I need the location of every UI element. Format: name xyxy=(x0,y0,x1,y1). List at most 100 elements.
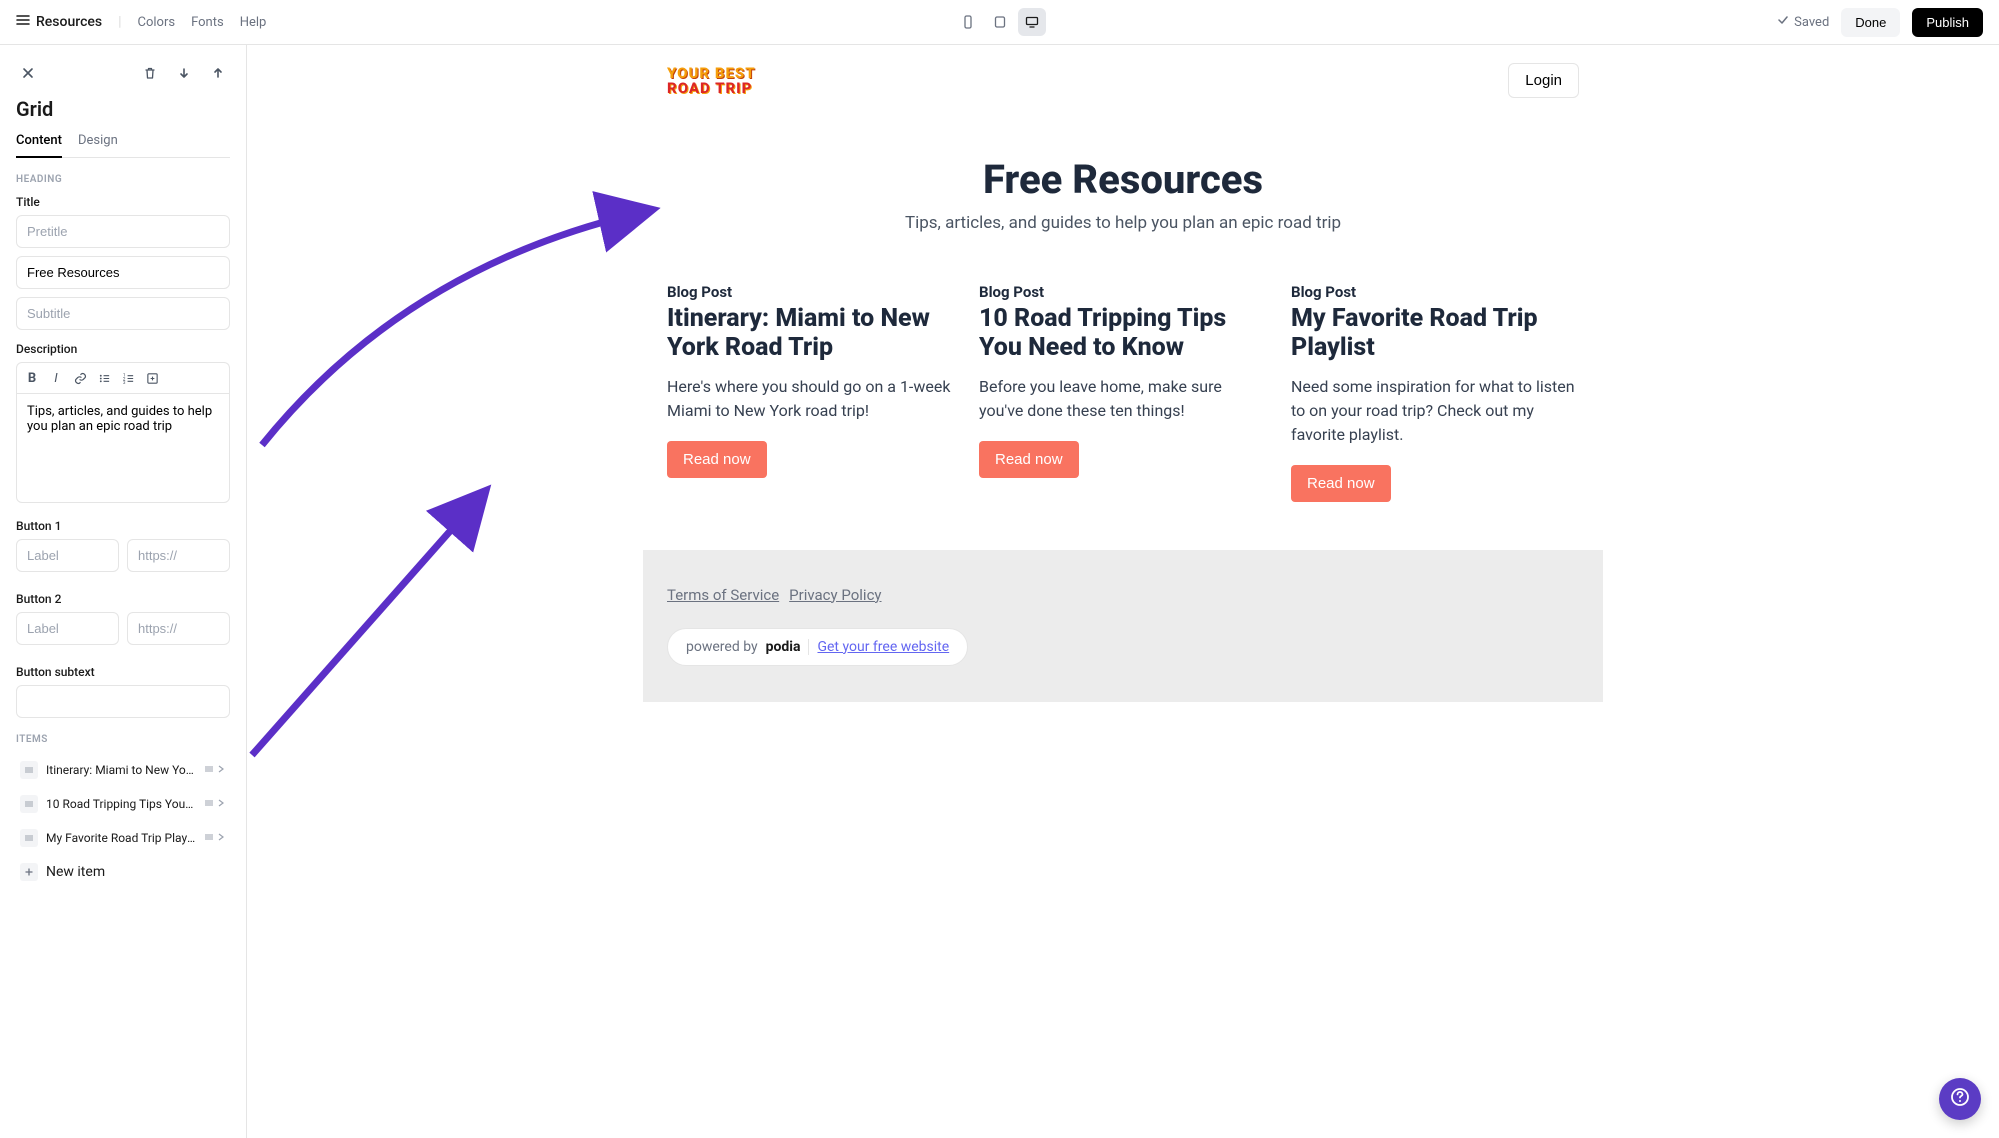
privacy-link[interactable]: Privacy Policy xyxy=(789,586,881,604)
saved-indicator: Saved xyxy=(1776,13,1829,31)
item-label: My Favorite Road Trip Playlist xyxy=(46,831,196,845)
publish-button[interactable]: Publish xyxy=(1912,8,1983,37)
login-button[interactable]: Login xyxy=(1508,63,1579,98)
podia-brand: podia xyxy=(766,639,801,655)
page-name: Resources xyxy=(36,14,102,30)
card-category: Blog Post xyxy=(979,283,1267,301)
preview-frame: YOUR BEST ROAD TRIP Login Free Resources… xyxy=(643,45,1603,702)
site-logo[interactable]: YOUR BEST ROAD TRIP xyxy=(667,66,756,96)
chevron-right-icon[interactable] xyxy=(216,796,226,812)
title-input[interactable] xyxy=(16,256,230,289)
chevron-right-icon[interactable] xyxy=(216,830,226,846)
card-description: Here's where you should go on a 1-week M… xyxy=(667,375,955,423)
read-now-button[interactable]: Read now xyxy=(667,441,767,478)
pretitle-input[interactable] xyxy=(16,215,230,248)
move-down-button[interactable] xyxy=(172,61,196,85)
powered-by-label: powered by xyxy=(686,639,758,655)
annotation-arrow-icon xyxy=(247,185,677,465)
new-item-button[interactable]: New item xyxy=(16,857,230,887)
fonts-link[interactable]: Fonts xyxy=(191,15,224,30)
item-row[interactable]: 10 Road Tripping Tips You N… xyxy=(16,789,230,819)
button2-url-input[interactable] xyxy=(127,612,230,645)
delete-button[interactable] xyxy=(138,61,162,85)
svg-text:3: 3 xyxy=(122,380,125,385)
subtitle-input[interactable] xyxy=(16,297,230,330)
card: Blog Post My Favorite Road Trip Playlist… xyxy=(1291,283,1579,502)
move-up-button[interactable] xyxy=(206,61,230,85)
italic-button[interactable]: I xyxy=(45,367,67,389)
sidebar-title: Grid xyxy=(16,97,230,121)
bold-button[interactable]: B xyxy=(21,367,43,389)
button2-label-input[interactable] xyxy=(16,612,119,645)
item-menu-icon[interactable] xyxy=(204,762,214,778)
bullet-list-button[interactable] xyxy=(93,367,115,389)
items-section-label: ITEMS xyxy=(16,734,230,745)
tos-link[interactable]: Terms of Service xyxy=(667,586,779,604)
card-title: 10 Road Tripping Tips You Need to Know xyxy=(979,305,1267,363)
item-label: 10 Road Tripping Tips You N… xyxy=(46,797,196,811)
device-tablet-button[interactable] xyxy=(986,8,1014,36)
button1-url-input[interactable] xyxy=(127,539,230,572)
device-desktop-button[interactable] xyxy=(1018,8,1046,36)
item-menu-icon[interactable] xyxy=(204,830,214,846)
button-subtext-input[interactable] xyxy=(16,685,230,718)
items-list: Itinerary: Miami to New York… 10 Road Tr… xyxy=(16,755,230,887)
chevron-right-icon[interactable] xyxy=(216,762,226,778)
hero-section: Free Resources Tips, articles, and guide… xyxy=(643,116,1603,253)
device-switcher xyxy=(954,8,1046,36)
topbar-right: Saved Done Publish xyxy=(1776,8,1983,37)
drag-handle-icon[interactable] xyxy=(20,795,38,813)
annotation-arrow-icon xyxy=(247,465,507,765)
page-selector[interactable]: Resources xyxy=(16,13,102,31)
cards-grid: Blog Post Itinerary: Miami to New York R… xyxy=(643,253,1603,550)
topbar: Resources | Colors Fonts Help Saved Done… xyxy=(0,0,1999,45)
button1-label-input[interactable] xyxy=(16,539,119,572)
colors-link[interactable]: Colors xyxy=(138,15,176,30)
sidebar-header xyxy=(16,61,230,85)
hero-title: Free Resources xyxy=(667,156,1579,203)
drag-handle-icon[interactable] xyxy=(20,761,38,779)
check-icon xyxy=(1776,13,1790,31)
tab-design[interactable]: Design xyxy=(78,133,118,157)
get-website-link[interactable]: Get your free website xyxy=(817,639,949,655)
sidebar: Grid Content Design HEADING Title Descri… xyxy=(0,45,247,1138)
hero-description: Tips, articles, and guides to help you p… xyxy=(667,213,1579,233)
item-row[interactable]: Itinerary: Miami to New York… xyxy=(16,755,230,785)
help-link[interactable]: Help xyxy=(240,15,267,30)
card-description: Need some inspiration for what to listen… xyxy=(1291,375,1579,447)
card: Blog Post 10 Road Tripping Tips You Need… xyxy=(979,283,1267,502)
separator xyxy=(808,639,809,655)
device-mobile-button[interactable] xyxy=(954,8,982,36)
close-button[interactable] xyxy=(16,61,40,85)
hamburger-icon xyxy=(16,13,30,31)
read-now-button[interactable]: Read now xyxy=(979,441,1079,478)
help-fab-button[interactable] xyxy=(1939,1078,1981,1120)
item-row[interactable]: My Favorite Road Trip Playlist xyxy=(16,823,230,853)
card-category: Blog Post xyxy=(667,283,955,301)
saved-label: Saved xyxy=(1794,15,1829,30)
done-button[interactable]: Done xyxy=(1841,8,1900,37)
separator: | xyxy=(118,14,121,30)
powered-by-pill: powered by podia Get your free website xyxy=(667,628,968,666)
item-menu-icon[interactable] xyxy=(204,796,214,812)
drag-handle-icon[interactable] xyxy=(20,829,38,847)
card-title: My Favorite Road Trip Playlist xyxy=(1291,305,1579,363)
description-field-label: Description xyxy=(16,342,230,356)
insert-button[interactable] xyxy=(141,367,163,389)
card-description: Before you leave home, make sure you've … xyxy=(979,375,1267,423)
read-now-button[interactable]: Read now xyxy=(1291,465,1391,502)
button1-field-label: Button 1 xyxy=(16,519,230,533)
site-header: YOUR BEST ROAD TRIP Login xyxy=(643,45,1603,116)
preview-canvas: YOUR BEST ROAD TRIP Login Free Resources… xyxy=(247,45,1999,1138)
ordered-list-button[interactable]: 123 xyxy=(117,367,139,389)
title-field-label: Title xyxy=(16,195,230,209)
site-footer: Terms of Service Privacy Policy powered … xyxy=(643,550,1603,702)
button-subtext-field-label: Button subtext xyxy=(16,665,230,679)
heading-section-label: HEADING xyxy=(16,174,230,185)
sidebar-tabs: Content Design xyxy=(16,133,230,158)
rich-text-toolbar: B I 123 xyxy=(16,362,230,393)
description-textarea[interactable]: Tips, articles, and guides to help you p… xyxy=(16,393,230,503)
tab-content[interactable]: Content xyxy=(16,133,62,158)
new-item-label: New item xyxy=(46,864,105,880)
link-button[interactable] xyxy=(69,367,91,389)
